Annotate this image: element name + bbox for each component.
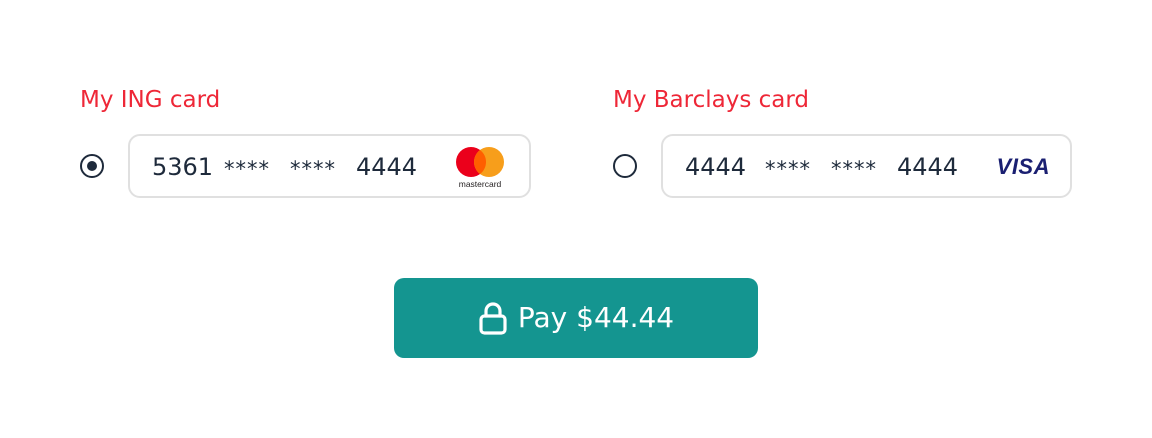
card-number-mask-group: **** <box>765 157 811 181</box>
visa-logo-icon: VISA <box>996 154 1050 179</box>
card-option-ing: My ING card 5361 **** **** 4444 masterca… <box>80 84 531 198</box>
card-number-mask-group: **** <box>290 157 336 181</box>
mastercard-wordmark: mastercard <box>459 179 502 189</box>
card-number-box-ing[interactable]: 5361 **** **** 4444 mastercard <box>128 134 531 198</box>
card-title-ing: My ING card <box>80 87 221 113</box>
lock-icon <box>478 301 508 335</box>
card-number-last-group: 4444 <box>356 153 418 181</box>
card-option-barclays: My Barclays card 4444 **** **** 4444 VIS… <box>613 84 1072 198</box>
card-radio-ing[interactable] <box>80 154 104 178</box>
mastercard-logo-icon: mastercard <box>453 146 509 190</box>
card-radio-barclays[interactable] <box>613 154 637 178</box>
card-number-first-group: 4444 <box>685 153 747 181</box>
card-number-mask-group: **** <box>831 157 877 181</box>
card-number-mask-group: **** <box>224 157 270 181</box>
card-number-last-group: 4444 <box>897 153 959 181</box>
card-title-barclays: My Barclays card <box>613 87 810 113</box>
pay-button-label: Pay $44.44 <box>517 301 675 334</box>
card-number-box-barclays[interactable]: 4444 **** **** 4444 VISA <box>661 134 1072 198</box>
pay-button[interactable]: Pay $44.44 <box>394 278 758 358</box>
card-number-first-group: 5361 <box>152 153 214 181</box>
radio-selected-dot <box>87 161 97 171</box>
